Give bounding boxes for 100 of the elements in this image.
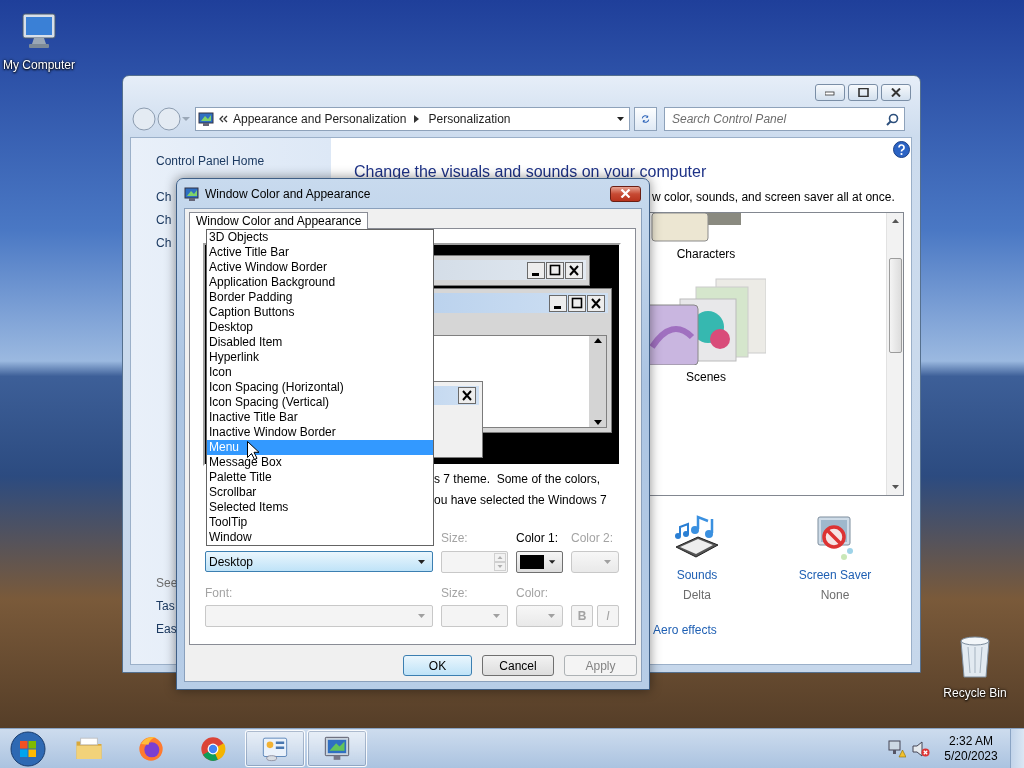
- dropdown-arrow-icon: [547, 613, 556, 619]
- breadcrumb-item[interactable]: Appearance and Personalization: [233, 112, 407, 126]
- network-icon[interactable]: [888, 739, 906, 758]
- clock-time[interactable]: 2:32 AM: [949, 733, 993, 749]
- field-label: Color 2:: [571, 531, 615, 545]
- dropdown-arrow-icon: [603, 559, 612, 565]
- sidebar-link[interactable]: Tas: [156, 599, 175, 613]
- list-option[interactable]: Selected Items: [207, 500, 433, 515]
- dialog-button[interactable]: OK: [403, 655, 472, 676]
- forward-button[interactable]: [157, 107, 181, 131]
- breadcrumb-item[interactable]: Personalization: [428, 112, 511, 126]
- breadcrumb-separator-icon: [414, 115, 420, 123]
- control-panel-icon: [198, 111, 214, 127]
- dropdown-value: Desktop: [209, 554, 254, 569]
- help-icon[interactable]: [893, 141, 910, 158]
- start-button[interactable]: [10, 730, 46, 767]
- field-label: Font:: [205, 586, 234, 600]
- window-color-icon: [184, 185, 200, 202]
- recent-pages-arrow-icon[interactable]: [182, 116, 190, 122]
- maximize-icon: [568, 294, 586, 312]
- dropdown-arrow-icon: [492, 613, 501, 619]
- list-option[interactable]: Palette Title: [207, 470, 433, 485]
- search-field[interactable]: Search Control Panel: [664, 107, 905, 131]
- setting-value: None: [820, 588, 850, 602]
- close-button[interactable]: [610, 185, 641, 202]
- scroll-down-icon: [593, 420, 602, 425]
- field-label: Size:: [441, 531, 469, 545]
- color-picker-button[interactable]: [516, 551, 563, 573]
- close-icon: [890, 88, 902, 97]
- minimize-icon: [824, 88, 836, 97]
- theme-label[interactable]: Scenes: [686, 370, 726, 384]
- list-option[interactable]: Disabled Item: [207, 335, 433, 350]
- sidebar-link[interactable]: Control Panel Home: [156, 154, 265, 168]
- list-option[interactable]: Desktop: [207, 320, 433, 335]
- double-chevron-icon: [219, 115, 228, 123]
- list-option[interactable]: Hyperlink: [207, 350, 433, 365]
- dropdown-arrow-icon: [547, 559, 556, 565]
- sidebar-link[interactable]: Ch: [156, 190, 172, 204]
- close-button[interactable]: [881, 84, 911, 101]
- dropdown-arrow-icon: [417, 613, 426, 619]
- taskbar-button[interactable]: [245, 730, 305, 767]
- info-text: s 7 theme. Some of the colors,: [434, 472, 602, 487]
- list-option[interactable]: Icon Spacing (Vertical): [207, 395, 433, 410]
- description-text: w color, sounds, and screen saver all at once.: [652, 190, 896, 204]
- page-heading: Change the visuals and sounds on your computer: [354, 162, 708, 181]
- see-also-heading: See: [156, 576, 178, 590]
- list-option[interactable]: 3D Objects: [207, 230, 433, 245]
- sidebar-link[interactable]: Eas: [156, 622, 177, 636]
- minimize-icon: [549, 294, 567, 312]
- dialog-button[interactable]: Cancel: [482, 655, 554, 676]
- maximize-button[interactable]: [848, 84, 878, 101]
- address-bar[interactable]: Appearance and Personalization Personalization: [195, 107, 630, 131]
- list-option[interactable]: Icon: [207, 365, 433, 380]
- dropdown-arrow-icon: [616, 116, 625, 122]
- scroll-up-icon[interactable]: [891, 219, 899, 223]
- list-option[interactable]: Inactive Window Border: [207, 425, 433, 440]
- scroll-down-icon[interactable]: [891, 485, 899, 489]
- setting-link[interactable]: Sounds: [676, 568, 718, 582]
- list-option[interactable]: Caption Buttons: [207, 305, 433, 320]
- item-dropdown[interactable]: Desktop: [205, 551, 433, 572]
- refresh-icon: [641, 112, 650, 126]
- list-option[interactable]: Active Title Bar: [207, 245, 433, 260]
- field-label: Color:: [516, 586, 549, 600]
- spin-arrows-icon: [494, 553, 506, 571]
- tab[interactable]: Window Color and Appearance: [189, 212, 369, 229]
- dropdown-arrow-icon: [417, 558, 426, 565]
- info-text: ou have selected the Windows 7: [434, 493, 608, 508]
- close-icon: [587, 294, 605, 312]
- list-option[interactable]: Window: [207, 530, 433, 545]
- close-icon: [620, 189, 631, 198]
- refresh-button[interactable]: [634, 107, 657, 131]
- back-button[interactable]: [132, 107, 156, 131]
- scroll-up-icon: [593, 338, 602, 343]
- theme-label[interactable]: Characters: [676, 247, 736, 261]
- maximize-icon: [546, 261, 564, 279]
- show-desktop-button[interactable]: [1010, 729, 1024, 768]
- list-option[interactable]: Icon Spacing (Horizontal): [207, 380, 433, 395]
- list-option[interactable]: Border Padding: [207, 290, 433, 305]
- muted-speaker-icon[interactable]: [912, 739, 930, 758]
- clock-date[interactable]: 5/20/2023: [944, 748, 998, 764]
- taskbar-button[interactable]: [307, 730, 367, 767]
- list-option[interactable]: Active Window Border: [207, 260, 433, 275]
- setting-link[interactable]: Screen Saver: [798, 568, 872, 582]
- sidebar-link[interactable]: Ch: [156, 213, 172, 227]
- list-option[interactable]: Scrollbar: [207, 485, 433, 500]
- setting-value: Delta: [683, 588, 711, 602]
- dialog-title: Window Color and Appearance: [205, 186, 371, 201]
- close-icon: [458, 387, 476, 404]
- desktop-icon-label[interactable]: Recycle Bin: [943, 686, 1007, 700]
- aero-effects-link[interactable]: Aero effects: [653, 623, 717, 637]
- list-option[interactable]: Message Box: [207, 455, 433, 470]
- list-option[interactable]: Inactive Title Bar: [207, 410, 433, 425]
- list-option[interactable]: Application Background: [207, 275, 433, 290]
- scrollbar-thumb[interactable]: [888, 258, 902, 353]
- vertical-scrollbar[interactable]: [886, 213, 903, 495]
- sidebar-link[interactable]: Ch: [156, 236, 172, 250]
- list-option[interactable]: ToolTip: [207, 515, 433, 530]
- field-label: Color 1:: [516, 531, 560, 545]
- field-label: Size:: [441, 586, 469, 600]
- desktop-icon-label[interactable]: My Computer: [3, 58, 75, 72]
